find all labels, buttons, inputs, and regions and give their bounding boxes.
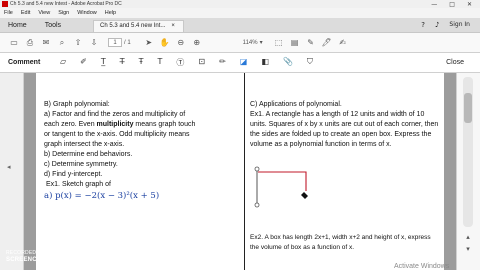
sign-in-button[interactable]: Sign In bbox=[449, 21, 470, 29]
comment-toolbar: Comment ▱ ✐ T̲ T̶ Ŧ T Ⓣ ⊡ ✏ ◪ ◧ 📎 ⛉ Clos… bbox=[0, 53, 480, 73]
attach-icon[interactable]: 📎 bbox=[283, 57, 293, 68]
tabs-bar: Home Tools Ch 5.3 and 5.4 new Int... × ?… bbox=[0, 18, 480, 33]
close-tab-icon[interactable]: × bbox=[171, 23, 175, 32]
document-viewport[interactable]: B) Graph polynomial: a) Factor and find … bbox=[24, 73, 456, 270]
strikethrough-icon[interactable]: T̶ bbox=[120, 57, 125, 68]
menu-view[interactable]: View bbox=[38, 10, 50, 16]
pencil-cursor-icon bbox=[301, 192, 308, 199]
menu-bar: File Edit View Sign Window Help bbox=[0, 8, 480, 18]
print-icon[interactable]: ⎙ bbox=[22, 38, 38, 48]
graph-heading: B) Graph polynomial: bbox=[44, 101, 110, 108]
step-a-line-1: a) Factor and find the zeros and multipl… bbox=[44, 111, 186, 118]
left-navigation-rail: ◂ bbox=[0, 73, 24, 270]
step-a-line-3: or tangent to the x-axis. Odd multiplici… bbox=[44, 131, 190, 138]
close-comment-button[interactable]: Close bbox=[446, 59, 480, 66]
page-number-input[interactable]: 1 bbox=[108, 38, 122, 47]
zoom-select[interactable]: 114% ▾ bbox=[242, 39, 263, 47]
pdf-page: B) Graph polynomial: a) Factor and find … bbox=[36, 73, 444, 270]
eraser-icon[interactable]: ◪ bbox=[240, 57, 248, 68]
applications-heading: C) Applications of polynomial. bbox=[250, 101, 342, 108]
save-icon[interactable]: ▭ bbox=[6, 38, 22, 47]
maximize-button[interactable]: □ bbox=[449, 1, 455, 8]
acrobat-logo-icon bbox=[2, 1, 8, 7]
pointer-icon[interactable]: ➤ bbox=[141, 38, 157, 47]
zoom-out-icon[interactable]: ⊖ bbox=[173, 38, 189, 47]
scrollbar-thumb[interactable] bbox=[464, 93, 472, 123]
example-1-label: Ex1. Sketch graph of bbox=[46, 181, 111, 188]
title-bar: Ch 5.3 and 5.4 new Intest - Adobe Acroba… bbox=[0, 0, 480, 8]
pencil-icon[interactable]: ✏ bbox=[219, 57, 226, 68]
menu-edit[interactable]: Edit bbox=[21, 10, 30, 16]
application-example-1: Ex1. A rectangle has a length of 12 unit… bbox=[250, 111, 439, 148]
step-b: b) Determine end behaviors. bbox=[44, 151, 133, 158]
hand-icon[interactable]: ✋ bbox=[157, 38, 173, 47]
comment-tools: ▱ ✐ T̲ T̶ Ŧ T Ⓣ ⊡ ✏ ◪ ◧ 📎 ⛉ bbox=[60, 57, 313, 68]
shapes-icon[interactable]: ◧ bbox=[261, 57, 269, 68]
tab-document-label: Ch 5.3 and 5.4 new Int... bbox=[100, 23, 166, 29]
sketch-bottom-handle bbox=[254, 202, 260, 208]
tabs-right-icons: ? ♪ Sign In bbox=[421, 21, 480, 32]
window-title: Ch 5.3 and 5.4 new Intest - Adobe Acroba… bbox=[10, 1, 122, 7]
help-icon[interactable]: ? bbox=[421, 21, 425, 29]
callout-icon[interactable]: ⊡ bbox=[198, 57, 205, 68]
zoom-in-icon[interactable]: ⊕ bbox=[189, 38, 205, 47]
close-window-button[interactable]: ✕ bbox=[467, 1, 472, 8]
scroll-mode-icon[interactable]: ▤ bbox=[287, 38, 303, 47]
bell-icon[interactable]: ♪ bbox=[435, 21, 439, 29]
up-icon[interactable]: ⇧ bbox=[70, 38, 86, 47]
highlight-icon[interactable]: ✐ bbox=[80, 57, 87, 68]
comment-label: Comment bbox=[8, 59, 41, 66]
step-d: d) Find y-intercept. bbox=[44, 171, 103, 178]
replace-text-icon[interactable]: Ŧ bbox=[139, 57, 144, 68]
application-example-2: Ex2. A box has length 2x+1, width x+2 an… bbox=[250, 234, 431, 251]
tab-home[interactable]: Home bbox=[0, 22, 37, 32]
step-c: c) Determine symmetry. bbox=[44, 161, 118, 168]
step-a-line-4: graph intersect the x-axis. bbox=[44, 141, 125, 148]
chevron-down-icon: ▾ bbox=[259, 40, 263, 46]
menu-sign[interactable]: Sign bbox=[58, 10, 69, 16]
sketch-top-handle bbox=[254, 166, 260, 172]
page-total: / 1 bbox=[124, 39, 131, 46]
mail-icon[interactable]: ✉ bbox=[38, 38, 54, 47]
screencast-watermark: RECORDED WITH SCREENCAST ◉ MATIC bbox=[6, 250, 79, 263]
left-column: B) Graph polynomial: a) Factor and find … bbox=[44, 100, 240, 201]
menu-window[interactable]: Window bbox=[77, 10, 97, 16]
sign-icon[interactable]: ✍ bbox=[335, 38, 351, 47]
search-icon[interactable]: ⌕ bbox=[54, 38, 70, 48]
underline-icon[interactable]: T̲ bbox=[101, 57, 106, 68]
highlight-tool-icon[interactable]: 🖊 bbox=[319, 38, 335, 47]
window-controls: — □ ✕ bbox=[431, 1, 480, 8]
down-icon[interactable]: ⇩ bbox=[86, 38, 102, 47]
right-column: C) Applications of polynomial. Ex1. A re… bbox=[250, 100, 440, 150]
acrobat-window: Ch 5.3 and 5.4 new Intest - Adobe Acroba… bbox=[0, 0, 480, 270]
stamp-icon[interactable]: ⛉ bbox=[307, 57, 313, 68]
tab-document[interactable]: Ch 5.3 and 5.4 new Int... × bbox=[93, 20, 184, 32]
zoom-value: 114% bbox=[242, 39, 258, 46]
box-sketch-annotation bbox=[254, 166, 308, 208]
sticky-note-icon[interactable]: ▱ bbox=[60, 57, 66, 68]
fit-page-icon[interactable]: ⬚ bbox=[271, 38, 287, 47]
expand-panel-icon[interactable]: ◂ bbox=[7, 163, 11, 171]
page-navigator: 1 / 1 bbox=[108, 38, 131, 47]
tab-tools[interactable]: Tools bbox=[37, 22, 71, 32]
sketch-red-outline bbox=[258, 171, 307, 191]
scroll-down-icon[interactable]: ▾ bbox=[462, 245, 474, 255]
comment-icon[interactable]: ✎ bbox=[303, 38, 319, 47]
menu-help[interactable]: Help bbox=[105, 10, 116, 16]
textbox-icon[interactable]: Ⓣ bbox=[176, 57, 184, 68]
menu-file[interactable]: File bbox=[4, 10, 13, 16]
insert-text-icon[interactable]: T bbox=[158, 57, 163, 68]
column-divider bbox=[244, 73, 245, 270]
activate-windows-watermark: Activate Windows bbox=[394, 263, 450, 270]
step-a-line-2: each zero. Even multiplicity means graph… bbox=[44, 121, 196, 128]
minimize-button[interactable]: — bbox=[431, 1, 437, 8]
polynomial-equation: a) p(x) = −2(x − 3)²(x + 5) bbox=[44, 191, 160, 201]
main-toolbar: ▭ ⎙ ✉ ⌕ ⇧ ⇩ 1 / 1 ➤ ✋ ⊖ ⊕ 114% ▾ ⬚ ▤ ✎ 🖊… bbox=[0, 33, 480, 53]
right-scroll-rail: ▴ ▾ bbox=[456, 73, 480, 270]
scroll-up-icon[interactable]: ▴ bbox=[462, 233, 474, 243]
